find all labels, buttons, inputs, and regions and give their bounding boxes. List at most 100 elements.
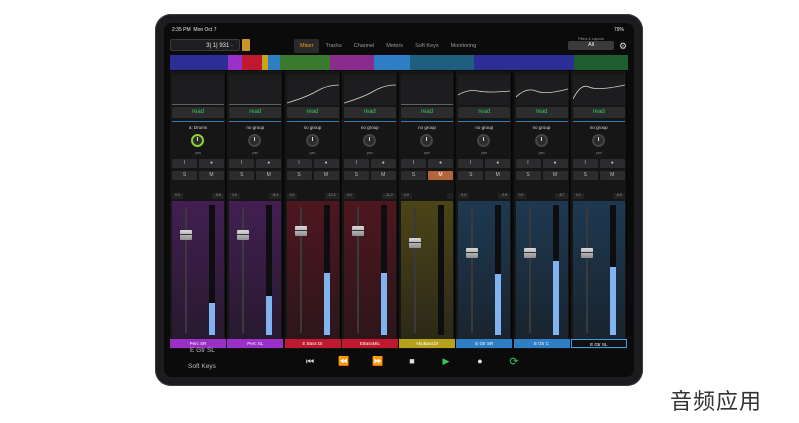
pan-knob[interactable] <box>191 134 204 147</box>
tab-monitoring[interactable]: Monitoring <box>445 39 483 53</box>
fader-cap[interactable] <box>409 237 421 248</box>
pan-knob[interactable] <box>420 134 433 147</box>
monitor-button[interactable]: ● <box>370 159 396 168</box>
pan-knob[interactable] <box>534 134 548 147</box>
mute-button[interactable]: M <box>428 171 453 180</box>
automation-display[interactable] <box>343 75 396 105</box>
solo-button[interactable]: S <box>515 171 541 180</box>
group-label[interactable]: no group <box>514 125 570 130</box>
channel-name[interactable]: AkuBassDI <box>399 339 455 348</box>
tab-soft-keys[interactable]: Soft Keys <box>409 39 445 53</box>
position-mode-button[interactable] <box>242 39 250 51</box>
fader-cap[interactable] <box>351 226 364 237</box>
monitor-button[interactable]: ● <box>428 159 453 168</box>
solo-button[interactable]: S <box>572 171 598 180</box>
gear-icon[interactable]: ⚙ <box>619 41 627 52</box>
monitor-button[interactable]: ● <box>256 159 282 168</box>
group-label[interactable]: no group <box>227 125 283 130</box>
automation-mode-button[interactable]: read <box>286 107 339 118</box>
solo-button[interactable]: S <box>458 171 484 180</box>
record-arm-button[interactable]: I <box>401 159 426 168</box>
record-arm-button[interactable]: I <box>515 159 541 168</box>
automation-mode-button[interactable]: read <box>401 107 453 118</box>
pan-knob[interactable] <box>305 134 319 147</box>
automation-mode-button[interactable]: read <box>172 107 224 118</box>
channel-name[interactable]: E Gtr SR <box>456 339 513 348</box>
fader-track[interactable] <box>414 207 416 333</box>
tab-meters[interactable]: Meters <box>380 39 409 53</box>
automation-display[interactable] <box>515 75 568 105</box>
monitor-button[interactable]: ● <box>599 159 625 168</box>
rewind-button[interactable]: ⏪ <box>336 356 352 367</box>
monitor-button[interactable]: ● <box>485 159 511 168</box>
group-label[interactable]: no group <box>285 125 341 130</box>
stop-button[interactable]: ■ <box>404 356 420 366</box>
group-label[interactable]: a: Drums <box>170 125 226 130</box>
tab-mixer[interactable]: Mixer <box>294 39 320 53</box>
fader-cap[interactable] <box>466 247 479 258</box>
mute-button[interactable]: M <box>485 171 511 180</box>
fader-track[interactable] <box>471 207 474 333</box>
tab-tracks[interactable]: Tracks <box>319 39 347 53</box>
monitor-button[interactable]: ● <box>313 159 339 168</box>
automation-display[interactable] <box>572 75 625 105</box>
automation-display[interactable] <box>458 75 511 105</box>
channel-name[interactable]: EBassMic <box>341 339 398 348</box>
solo-button[interactable]: S <box>172 171 197 180</box>
record-button[interactable]: ● <box>472 356 488 366</box>
mute-button[interactable]: M <box>313 171 339 180</box>
mute-button[interactable]: M <box>256 171 282 180</box>
fader-track[interactable] <box>185 207 187 333</box>
tab-channel[interactable]: Channel <box>348 39 381 53</box>
solo-button[interactable]: S <box>229 171 255 180</box>
filters-value[interactable]: All <box>568 41 614 50</box>
mute-button[interactable]: M <box>370 171 396 180</box>
group-label[interactable]: no group <box>399 125 455 130</box>
channel-name[interactable]: E Bass DI <box>284 339 341 348</box>
play-button[interactable]: ▶ <box>438 356 454 367</box>
fader-cap[interactable] <box>294 226 307 237</box>
solo-button[interactable]: S <box>343 171 369 180</box>
record-arm-button[interactable]: I <box>172 159 197 168</box>
group-label[interactable]: no group <box>342 125 398 130</box>
pan-knob[interactable] <box>477 134 491 147</box>
fader-track[interactable] <box>585 207 588 333</box>
filters-layouts[interactable]: Filters & Layouts All <box>568 37 614 53</box>
group-label[interactable]: no group <box>571 125 627 130</box>
record-arm-button[interactable]: I <box>343 159 369 168</box>
record-arm-button[interactable]: I <box>229 159 255 168</box>
channel-name[interactable]: E Gtr C <box>513 339 570 348</box>
automation-mode-button[interactable]: read <box>572 107 625 118</box>
automation-mode-button[interactable]: read <box>343 107 396 118</box>
automation-display[interactable] <box>229 75 282 105</box>
fader-cap[interactable] <box>580 247 593 258</box>
fast-forward-button[interactable]: ⏩ <box>370 356 386 367</box>
pan-knob[interactable] <box>591 134 605 147</box>
record-arm-button[interactable]: I <box>572 159 598 168</box>
channel-name[interactable]: Perc SL <box>227 339 284 348</box>
channel-name[interactable]: E Gtr SL <box>570 339 627 348</box>
go-to-start-button[interactable]: ⏮ <box>302 356 318 367</box>
solo-button[interactable]: S <box>286 171 312 180</box>
automation-display[interactable] <box>172 75 224 105</box>
automation-mode-button[interactable]: read <box>515 107 568 118</box>
solo-button[interactable]: S <box>401 171 426 180</box>
monitor-button[interactable]: ● <box>542 159 568 168</box>
record-arm-button[interactable]: I <box>458 159 484 168</box>
fader-cap[interactable] <box>237 230 250 241</box>
monitor-button[interactable]: ● <box>199 159 224 168</box>
automation-display[interactable] <box>286 75 339 105</box>
automation-display[interactable] <box>401 75 453 105</box>
automation-mode-button[interactable]: read <box>229 107 282 118</box>
fader-track[interactable] <box>242 207 245 333</box>
group-label[interactable]: no group <box>456 125 512 130</box>
mute-button[interactable]: M <box>599 171 625 180</box>
fader-track[interactable] <box>528 207 531 333</box>
soft-keys-label[interactable]: Soft Keys <box>188 363 216 370</box>
automation-mode-button[interactable]: read <box>458 107 511 118</box>
position-display[interactable]: 3| 1| 931 · <box>170 39 240 51</box>
fader-cap[interactable] <box>180 230 192 241</box>
pan-knob[interactable] <box>362 134 376 147</box>
track-overview-bar[interactable] <box>170 55 628 70</box>
pan-knob[interactable] <box>248 134 262 147</box>
